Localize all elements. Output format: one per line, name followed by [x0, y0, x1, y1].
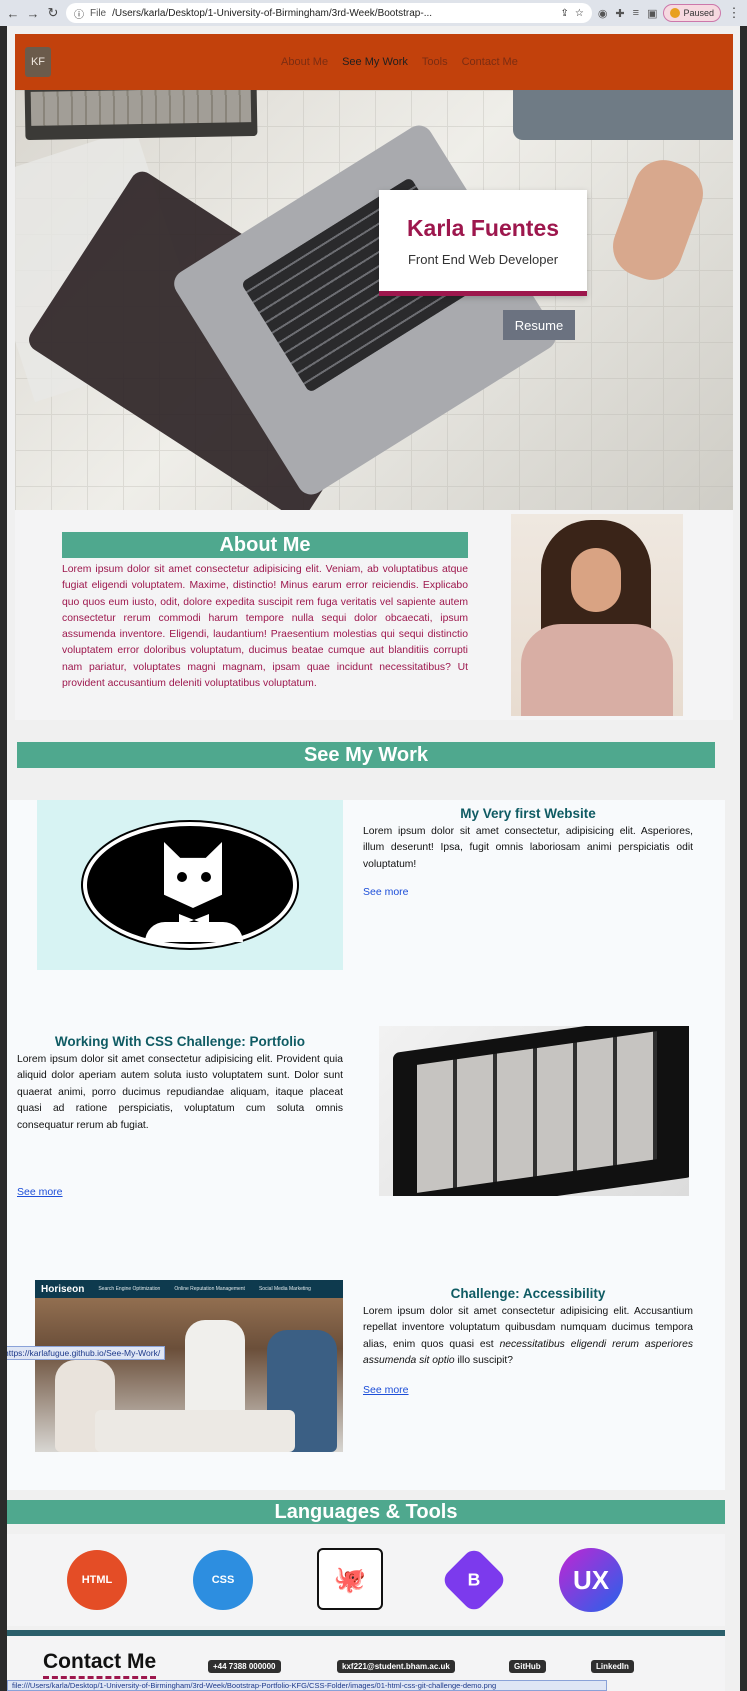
project-1-text: Lorem ipsum dolor sit amet consectetur, …: [363, 826, 693, 870]
horiseon-brand: Horiseon: [41, 1283, 85, 1295]
bookmark-star-icon[interactable]: ☆: [575, 8, 584, 19]
about-section: About Me Lorem ipsum dolor sit amet cons…: [15, 510, 733, 720]
resume-button[interactable]: Resume: [503, 310, 575, 340]
back-icon[interactable]: ←: [6, 6, 20, 21]
project-1-title: My Very first Website: [460, 806, 596, 821]
project-1-image[interactable]: [37, 800, 343, 970]
html5-label: HTML: [81, 1574, 113, 1586]
tools-list: HTML CSS 🐙 B UX: [7, 1534, 725, 1626]
github-badge[interactable]: GitHub: [509, 1660, 546, 1673]
project-3-title: Challenge: Accessibility: [450, 1286, 606, 1301]
horiseon-header: Horiseon Search Engine Optimization Onli…: [35, 1280, 343, 1298]
address-bar[interactable]: ⓘ File /Users/karla/Desktop/1-University…: [66, 3, 592, 23]
portfolio-page: KF About Me See My Work Tools Contact Me…: [15, 34, 733, 720]
projects-section: My Very first Website Lorem ipsum dolor …: [7, 800, 725, 1490]
reload-icon[interactable]: ↻: [46, 5, 60, 20]
puzzle-icon[interactable]: ✚: [615, 7, 624, 20]
ux-label: UX: [572, 1564, 610, 1595]
nav-link-work[interactable]: See My Work: [342, 56, 408, 68]
contact-heading: Contact Me: [43, 1650, 157, 1679]
project-2-image[interactable]: [379, 1026, 689, 1196]
url-text[interactable]: /Users/karla/Desktop/1-University-of-Bir…: [112, 8, 432, 19]
link-hover-tooltip: https://karlafugue.github.io/See-My-Work…: [7, 1346, 166, 1360]
bootstrap-label: B: [467, 1569, 481, 1590]
about-text: Lorem ipsum dolor sit amet consectetur a…: [62, 564, 468, 690]
hero-notebook: [24, 90, 258, 141]
profile-button[interactable]: Paused: [663, 4, 721, 22]
html5-icon: HTML: [67, 1550, 127, 1610]
project-3-image[interactable]: Horiseon Search Engine Optimization Onli…: [35, 1280, 343, 1452]
horiseon-link: Social Media Marketing: [258, 1286, 311, 1292]
hero-role: Front End Web Developer: [407, 251, 559, 267]
horiseon-link: Online Reputation Management: [174, 1286, 245, 1292]
project-1-see-more-link[interactable]: See more: [363, 886, 409, 898]
nav-link-about[interactable]: About Me: [281, 56, 328, 68]
tools-heading: Languages & Tools: [7, 1500, 725, 1524]
linkedin-badge[interactable]: LinkedIn: [591, 1660, 634, 1673]
status-bar-url: file:///Users/karla/Desktop/1-University…: [7, 1680, 607, 1691]
email-badge[interactable]: kxf221@student.bham.ac.uk: [337, 1660, 455, 1673]
project-2-text: Lorem ipsum dolor sit amet consectetur a…: [17, 1054, 343, 1131]
logo-avatar[interactable]: KF: [25, 47, 51, 77]
project-3-text-end: illo suscipit?: [457, 1355, 513, 1367]
project-2-see-more-link[interactable]: See more: [17, 1186, 63, 1198]
share-icon[interactable]: ⇪: [560, 8, 568, 19]
profile-status: Paused: [683, 8, 714, 18]
page-viewport: KF About Me See My Work Tools Contact Me…: [7, 26, 740, 1691]
avatar: [670, 8, 681, 18]
github-icon: 🐙: [317, 1548, 383, 1610]
nav-link-contact[interactable]: Contact Me: [462, 56, 518, 68]
browser-toolbar: ← → ↻ ⓘ File /Users/karla/Desktop/1-Univ…: [0, 0, 747, 26]
nav-links: About Me See My Work Tools Contact Me: [281, 56, 518, 68]
css3-label: CSS: [211, 1574, 235, 1586]
hero-name: Karla Fuentes: [406, 214, 560, 241]
work-heading: See My Work: [17, 742, 715, 768]
bootstrap-icon: B: [440, 1546, 508, 1614]
project-2-title: Working With CSS Challenge: Portfolio: [54, 1034, 306, 1049]
hero-section: Karla Fuentes Front End Web Developer Re…: [15, 90, 733, 510]
nav-link-tools[interactable]: Tools: [422, 56, 448, 68]
extension-icon[interactable]: ◉: [598, 7, 608, 20]
media-icon[interactable]: ≡: [633, 7, 639, 19]
menu-dots-icon[interactable]: ⋮: [727, 5, 741, 20]
project-3-see-more-link[interactable]: See more: [363, 1384, 409, 1396]
phone-badge[interactable]: +44 7388 000000: [208, 1660, 281, 1673]
extensions-area: ◉ ✚ ≡ ▣: [598, 7, 658, 20]
hero-card: Karla Fuentes Front End Web Developer: [379, 190, 587, 296]
logo-initials: KF: [30, 56, 46, 68]
cat-logo-icon: [83, 822, 297, 948]
url-scheme-label: File: [90, 7, 107, 19]
forward-icon[interactable]: →: [26, 6, 40, 21]
navbar: KF About Me See My Work Tools Contact Me: [15, 34, 733, 90]
info-icon[interactable]: ⓘ: [74, 6, 84, 21]
profile-photo: [511, 514, 683, 716]
hero-jeans: [513, 90, 733, 140]
project-3-text: Lorem ipsum dolor sit amet consectetur a…: [363, 1304, 693, 1370]
ux-icon: UX: [559, 1548, 623, 1612]
css3-icon: CSS: [193, 1550, 253, 1610]
sidepanel-icon[interactable]: ▣: [647, 7, 657, 20]
horiseon-link: Search Engine Optimization: [98, 1286, 161, 1292]
about-heading: About Me: [62, 532, 468, 558]
